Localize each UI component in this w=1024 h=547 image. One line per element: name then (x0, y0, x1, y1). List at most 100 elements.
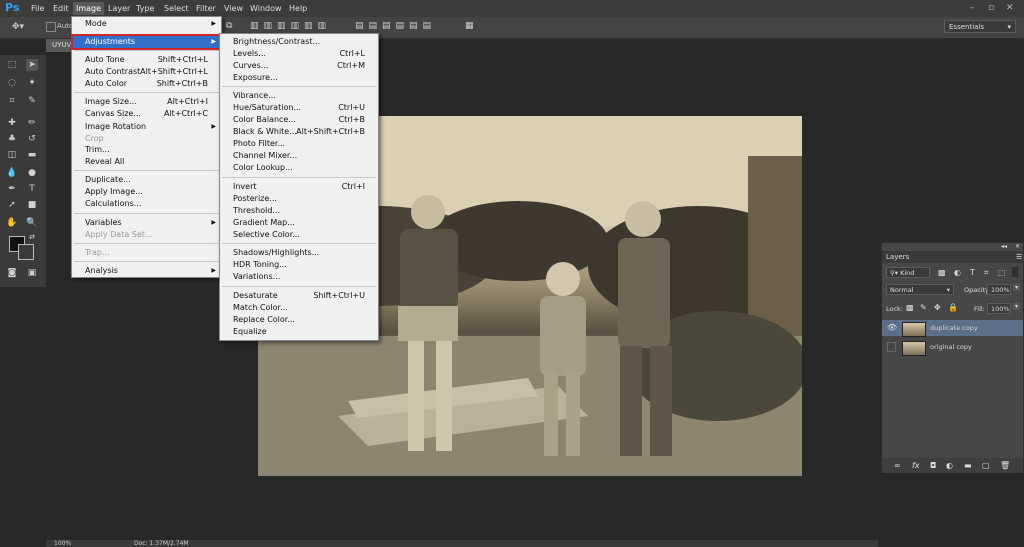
menu-item-image-rotation[interactable]: Image Rotation ▶ (73, 121, 220, 133)
opacity-field[interactable]: 100% (987, 284, 1011, 295)
menu-item-selective-color[interactable]: Selective Color... (221, 229, 377, 241)
menu-item-variations[interactable]: Variations... (221, 271, 377, 283)
move-tool-icon[interactable]: ✥▾ (12, 22, 24, 32)
filter-shape-icon[interactable]: ⌗ (984, 268, 989, 278)
menu-item-auto-contrast[interactable]: Auto Contrast Alt+Shift+Ctrl+L (73, 66, 220, 78)
magic-wand-icon[interactable]: ✦ (26, 77, 38, 89)
menu-image[interactable]: Image (73, 2, 105, 15)
auto-select-checkbox[interactable] (46, 22, 56, 32)
lock-paint-icon[interactable]: ✎ (920, 303, 927, 312)
menu-item-mode[interactable]: Mode ▶ (73, 18, 220, 30)
marquee-tool-icon[interactable]: ⬚ (6, 59, 18, 71)
add-mask-icon[interactable]: ◘ (930, 461, 936, 470)
zoom-level[interactable]: 100% (54, 540, 71, 547)
filter-smart-object-icon[interactable]: ⬚ (998, 268, 1006, 277)
workspace-select[interactable]: Essentials ▾ (944, 20, 1016, 33)
menu-item-hue-saturation[interactable]: Hue/Saturation... Ctrl+U (221, 102, 377, 114)
adjustment-layer-icon[interactable]: ◐ (946, 461, 953, 470)
menu-item-apply-image[interactable]: Apply Image... (73, 186, 220, 198)
maximize-icon[interactable]: ▫ (988, 3, 994, 13)
menu-item-channel-mixer[interactable]: Channel Mixer... (221, 150, 377, 162)
blend-mode-select[interactable]: Normal ▾ (886, 284, 954, 295)
menu-item-posterize[interactable]: Posterize... (221, 193, 377, 205)
path-selection-icon[interactable]: ➚ (6, 199, 18, 211)
minimize-icon[interactable]: – (970, 3, 975, 13)
align-buttons-icon[interactable]: ▥▥▥▥▥▥ (250, 21, 331, 31)
zoom-tool-icon[interactable]: 🔍 (26, 217, 38, 229)
menu-item-calculations[interactable]: Calculations... (73, 198, 220, 210)
visibility-eye-icon[interactable]: 👁 (887, 323, 897, 332)
menu-item-equalize[interactable]: Equalize (221, 326, 377, 338)
gradient-tool-icon[interactable]: ▬ (26, 149, 38, 161)
background-color-swatch[interactable] (18, 244, 34, 260)
menu-item-variables[interactable]: Variables ▶ (73, 217, 220, 229)
menu-item-trim[interactable]: Trim... (73, 144, 220, 156)
crop-tool-icon[interactable]: ⌗ (6, 95, 18, 107)
menu-item-color-balance[interactable]: Color Balance... Ctrl+B (221, 114, 377, 126)
collapse-icon[interactable]: ◂◂ (1001, 243, 1007, 250)
menu-layer[interactable]: Layer (108, 4, 130, 13)
eraser-icon[interactable]: ◫ (6, 149, 18, 161)
menu-item-image-size[interactable]: Image Size... Alt+Ctrl+I (73, 96, 220, 108)
blur-tool-icon[interactable]: 💧 (6, 167, 18, 179)
filter-adjustment-icon[interactable]: ◐ (954, 268, 961, 277)
menu-item-replace-color[interactable]: Replace Color... (221, 314, 377, 326)
move-tool-icon[interactable]: ➤ (26, 59, 38, 71)
menu-item-canvas-size[interactable]: Canvas Size... Alt+Ctrl+C (73, 108, 220, 120)
menu-item-auto-color[interactable]: Auto Color Shift+Ctrl+B (73, 78, 220, 90)
filter-kind-select[interactable]: ⚲▾ Kind (886, 267, 930, 278)
menu-type[interactable]: Type (136, 4, 154, 13)
delete-layer-icon[interactable]: 🗑 (1000, 461, 1010, 470)
menu-item-vibrance[interactable]: Vibrance... (221, 90, 377, 102)
history-brush-icon[interactable]: ↺ (26, 133, 38, 145)
swap-colors-icon[interactable]: ⇄ (26, 231, 38, 243)
filter-type-icon[interactable]: T (970, 268, 975, 277)
menu-item-threshold[interactable]: Threshold... (221, 205, 377, 217)
menu-window[interactable]: Window (250, 4, 282, 13)
menu-help[interactable]: Help (289, 4, 307, 13)
align-icon[interactable]: ⧉ (226, 21, 232, 31)
healing-brush-icon[interactable]: ✚ (6, 117, 18, 129)
opacity-dropdown-icon[interactable]: ▾ (1013, 284, 1021, 291)
layer-row[interactable]: original copy (882, 339, 1023, 356)
rectangle-tool-icon[interactable]: ■ (26, 199, 38, 211)
lock-all-icon[interactable]: 🔒 (948, 303, 958, 312)
type-tool-icon[interactable]: T (26, 183, 38, 195)
auto-align-icon[interactable]: ▦ (465, 21, 474, 31)
quick-mask-icon[interactable]: ◙ (6, 267, 18, 279)
menu-item-auto-tone[interactable]: Auto Tone Shift+Ctrl+L (73, 54, 220, 66)
visibility-toggle-icon[interactable] (887, 342, 896, 352)
layer-row[interactable]: 👁 duplicate copy (882, 320, 1023, 337)
menu-item-invert[interactable]: Invert Ctrl+I (221, 181, 377, 193)
link-layers-icon[interactable]: ∞ (894, 461, 901, 470)
screen-mode-icon[interactable]: ▣ (26, 267, 38, 279)
menu-item-analysis[interactable]: Analysis ▶ (73, 265, 220, 277)
menu-item-curves[interactable]: Curves... Ctrl+M (221, 60, 377, 72)
menu-file[interactable]: File (31, 4, 44, 13)
filter-pixel-icon[interactable]: ▩ (938, 268, 946, 277)
distribute-buttons-icon[interactable]: ▤▤▤▤▤▤ (355, 21, 436, 31)
fill-field[interactable]: 100% (987, 303, 1011, 314)
dodge-tool-icon[interactable]: ● (26, 167, 38, 179)
menu-item-color-lookup[interactable]: Color Lookup... (221, 162, 377, 174)
menu-item-photo-filter[interactable]: Photo Filter... (221, 138, 377, 150)
new-group-icon[interactable]: ▬ (964, 461, 972, 470)
pen-tool-icon[interactable]: ✒ (6, 183, 18, 195)
menu-item-duplicate[interactable]: Duplicate... (73, 174, 220, 186)
menu-edit[interactable]: Edit (53, 4, 69, 13)
lasso-tool-icon[interactable]: ◌ (6, 77, 18, 89)
menu-view[interactable]: View (224, 4, 243, 13)
menu-filter[interactable]: Filter (196, 4, 216, 13)
panel-menu-icon[interactable]: ☰ (1016, 253, 1022, 261)
close-icon[interactable]: ✕ (1006, 3, 1014, 13)
menu-select[interactable]: Select (164, 4, 189, 13)
lock-position-icon[interactable]: ✥ (934, 303, 941, 312)
layer-style-icon[interactable]: fx (912, 461, 920, 470)
menu-item-brightness-contrast[interactable]: Brightness/Contrast... (221, 36, 377, 48)
eyedropper-icon[interactable]: ✎ (26, 95, 38, 107)
hand-tool-icon[interactable]: ✋ (6, 217, 18, 229)
new-layer-icon[interactable]: ▢ (982, 461, 990, 470)
menu-item-exposure[interactable]: Exposure... (221, 72, 377, 84)
clone-stamp-icon[interactable]: ♣ (6, 133, 18, 145)
close-panel-icon[interactable]: ✕ (1015, 243, 1020, 250)
